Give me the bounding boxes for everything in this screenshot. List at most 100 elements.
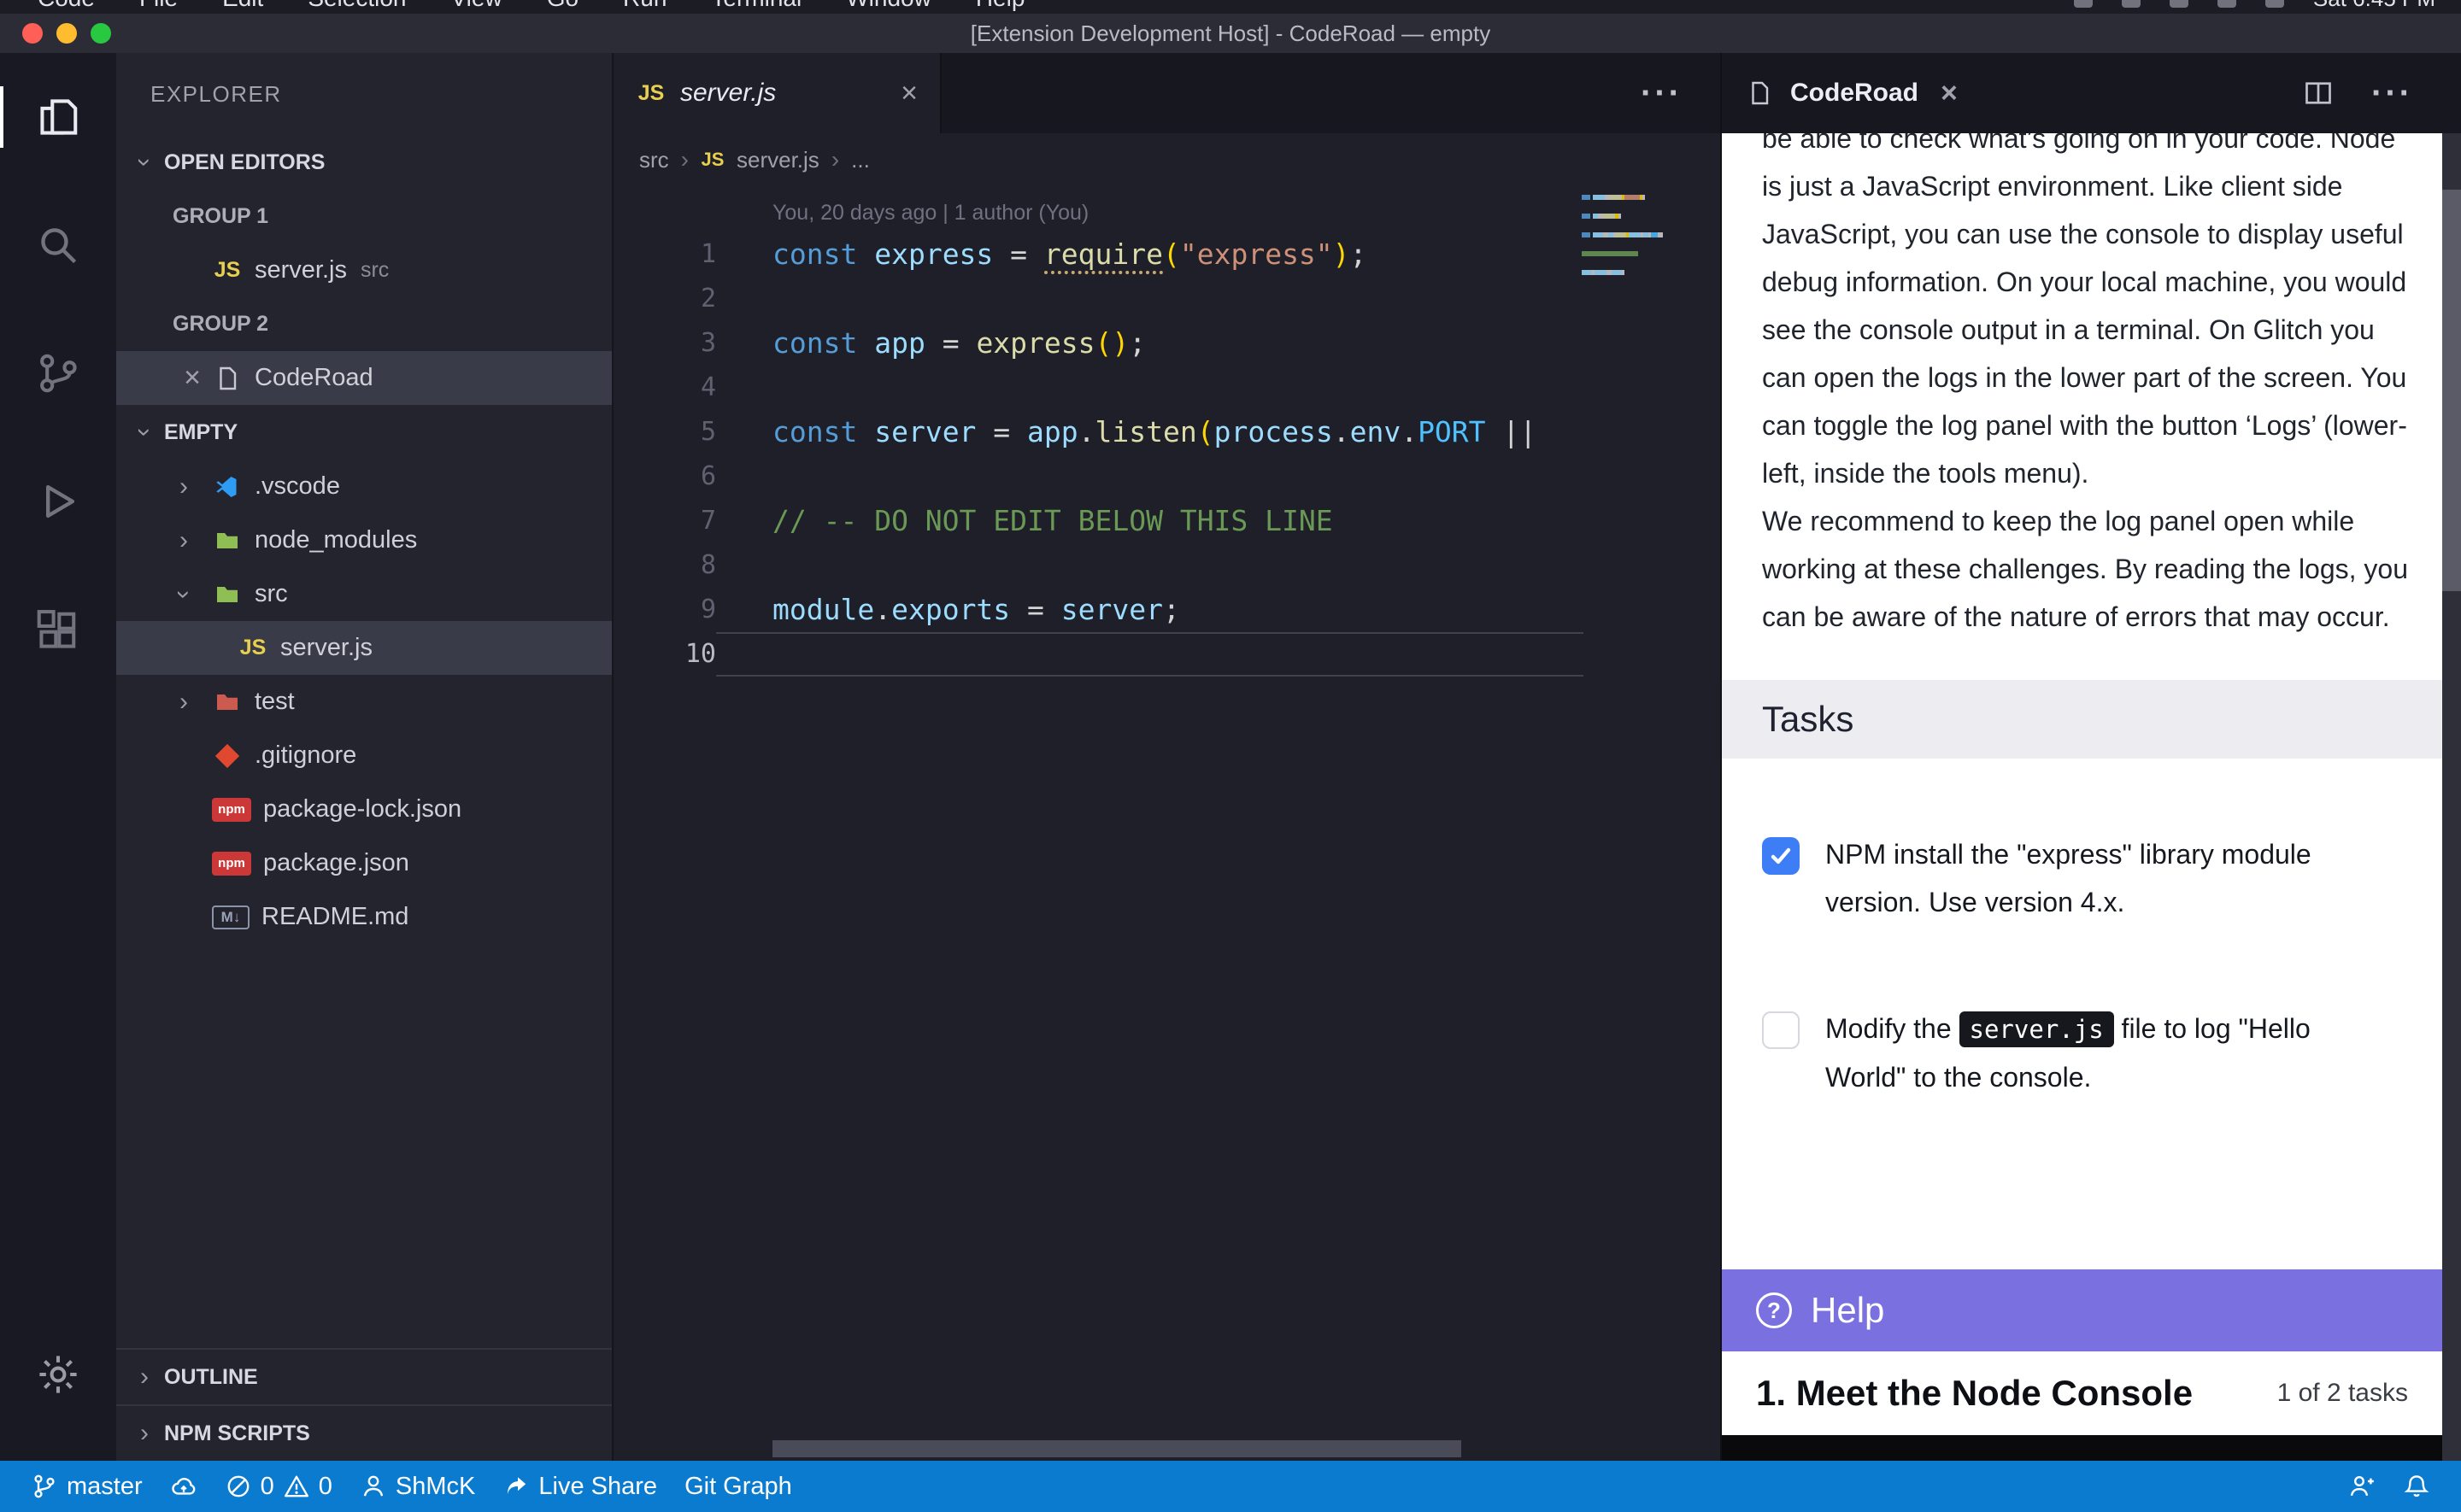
status-notifications[interactable]	[2389, 1461, 2444, 1512]
menu-go[interactable]: Go	[547, 0, 579, 12]
status-git-graph[interactable]: Git Graph	[671, 1461, 806, 1512]
split-editor-icon[interactable]	[2303, 78, 2334, 108]
chevron-right-icon: ›	[831, 146, 839, 173]
tab-server-js[interactable]: JS server.js ×	[614, 53, 942, 133]
section-npm-scripts[interactable]: ›NPM SCRIPTS	[116, 1404, 612, 1461]
breadcrumb[interactable]: src › JS server.js › ...	[614, 133, 1720, 186]
file-label: CodeRoad	[255, 364, 373, 392]
code-line-7[interactable]: 7// -- DO NOT EDIT BELOW THIS LINE	[614, 499, 1720, 543]
status-branch[interactable]: master	[17, 1461, 156, 1512]
line-number: 8	[614, 543, 716, 588]
horizontal-scrollbar[interactable]	[772, 1440, 1461, 1457]
status-problems[interactable]: 0 0	[211, 1461, 346, 1512]
code-line-2[interactable]: 2	[614, 277, 1720, 321]
menu-run[interactable]: Run	[623, 0, 667, 12]
task-text: Modify the server.js file to log "Hello …	[1825, 1005, 2381, 1101]
chevron-right-icon: ›	[171, 474, 197, 500]
chevron-down-icon: ›	[132, 149, 157, 175]
source-control-icon[interactable]	[0, 309, 116, 437]
section-label: OUTLINE	[164, 1365, 258, 1390]
code-line-8[interactable]: 8	[614, 543, 1720, 588]
code-line-4[interactable]: 4	[614, 366, 1720, 410]
code-line-10[interactable]: 10	[614, 632, 1720, 677]
tree-item-node_modules[interactable]: ›node_modules	[116, 513, 612, 567]
section-label: NPM SCRIPTS	[164, 1421, 310, 1446]
close-tab-icon[interactable]: ×	[1941, 77, 1958, 110]
settings-gear-icon[interactable]	[0, 1310, 116, 1439]
run-and-debug-icon[interactable]	[0, 437, 116, 566]
editor-more-actions-icon[interactable]: ···	[1641, 76, 1683, 110]
menubar-status-icon[interactable]	[2265, 0, 2284, 8]
tree-item-README.md[interactable]: M↓README.md	[116, 890, 612, 944]
status-account[interactable]: ShMcK	[346, 1461, 489, 1512]
menubar-status-icon[interactable]	[2217, 0, 2236, 8]
breadcrumb-more[interactable]: ...	[851, 147, 870, 173]
menu-selection[interactable]: Selection	[308, 0, 406, 12]
tasks-list: NPM install the "express" library module…	[1762, 830, 2417, 1101]
close-icon[interactable]: ×	[173, 361, 212, 395]
menu-window[interactable]: Window	[846, 0, 931, 12]
section-empty-root[interactable]: › EMPTY	[116, 405, 612, 460]
section-open-editors[interactable]: › OPEN EDITORS	[116, 135, 612, 190]
extensions-icon[interactable]	[0, 566, 116, 694]
menu-code[interactable]: Code	[38, 0, 95, 12]
search-icon[interactable]	[0, 181, 116, 309]
tree-item-server.js[interactable]: JSserver.js	[116, 621, 612, 675]
section-outline[interactable]: ›OUTLINE	[116, 1348, 612, 1404]
status-live-share[interactable]: Live Share	[489, 1461, 671, 1512]
minimap[interactable]	[1582, 195, 1664, 289]
explorer-icon[interactable]	[0, 53, 116, 181]
menubar-clock[interactable]: Sat 6:45 PM	[2313, 0, 2435, 12]
code-line-5[interactable]: 5const server = app.listen(process.env.P…	[614, 410, 1720, 454]
tree-item-package-lock.json[interactable]: npmpackage-lock.json	[116, 782, 612, 836]
scrollbar-thumb[interactable]	[2442, 190, 2461, 591]
chevron-right-icon: ›	[171, 528, 197, 554]
menu-file[interactable]: File	[139, 0, 178, 12]
menu-edit[interactable]: Edit	[222, 0, 263, 12]
panel-tab-title: CodeRoad	[1790, 79, 1918, 108]
open-editors-list: GROUP 1JSserver.jssrcGROUP 2×CodeRoad	[116, 190, 612, 405]
menu-terminal[interactable]: Terminal	[711, 0, 802, 12]
tree-item-src[interactable]: ›src	[116, 567, 612, 621]
help-bar[interactable]: ? Help	[1722, 1269, 2442, 1351]
tree-item-package.json[interactable]: npmpackage.json	[116, 836, 612, 890]
tree-item-.vscode[interactable]: ›.vscode	[116, 460, 612, 513]
task-checkbox[interactable]	[1762, 1011, 1800, 1049]
lesson-footer[interactable]: 1. Meet the Node Console 1 of 2 tasks	[1722, 1351, 2442, 1435]
code-line-6[interactable]: 6	[614, 454, 1720, 499]
menu-view[interactable]: View	[451, 0, 502, 12]
open-editor-CodeRoad[interactable]: × CodeRoad	[116, 351, 612, 405]
menubar-status-icon[interactable]	[2074, 0, 2093, 8]
account-label: ShMcK	[396, 1473, 475, 1501]
code-editor[interactable]: You, 20 days ago | 1 author (You) 1const…	[614, 186, 1720, 1461]
folder-src-icon	[212, 579, 243, 610]
close-tab-icon[interactable]: ×	[901, 77, 918, 110]
menu-help[interactable]: Help	[976, 0, 1025, 12]
code-line-1[interactable]: 1const express = require("express");	[614, 232, 1720, 277]
gitlens-blame-annotation[interactable]: You, 20 days ago | 1 author (You)	[772, 193, 1720, 232]
close-window-button[interactable]	[22, 23, 43, 44]
panel-more-actions-icon[interactable]: ···	[2371, 76, 2413, 110]
minimize-window-button[interactable]	[56, 23, 77, 44]
menubar-status-icon[interactable]	[2170, 0, 2188, 8]
code-line-9[interactable]: 9module.exports = server;	[614, 588, 1720, 632]
tab-coderoad[interactable]: CodeRoad ×	[1744, 77, 1958, 110]
tree-item-.gitignore[interactable]: .gitignore	[116, 729, 612, 782]
breadcrumb-file[interactable]: server.js	[737, 147, 819, 173]
open-editor-server.js[interactable]: JSserver.jssrc	[116, 243, 612, 297]
status-feedback[interactable]	[2335, 1461, 2389, 1512]
code-lines: 1const express = require("express");23co…	[614, 232, 1720, 677]
status-sync[interactable]	[156, 1461, 211, 1512]
editor-tabbar: JS server.js × ···	[614, 53, 1720, 133]
tree-item-test[interactable]: ›test	[116, 675, 612, 729]
code-line-3[interactable]: 3const app = express();	[614, 321, 1720, 366]
breadcrumb-src[interactable]: src	[639, 147, 669, 173]
zoom-window-button[interactable]	[91, 23, 111, 44]
line-number: 9	[614, 588, 716, 632]
js-icon: JS	[238, 633, 268, 664]
code-chip: server.js	[1959, 1011, 2114, 1047]
task-checkbox[interactable]	[1762, 837, 1800, 875]
file-tree: ›.vscode›node_modules›srcJSserver.js›tes…	[116, 460, 612, 944]
menubar-status-icon[interactable]	[2122, 0, 2141, 8]
panel-scrollbar[interactable]	[2442, 133, 2461, 1461]
